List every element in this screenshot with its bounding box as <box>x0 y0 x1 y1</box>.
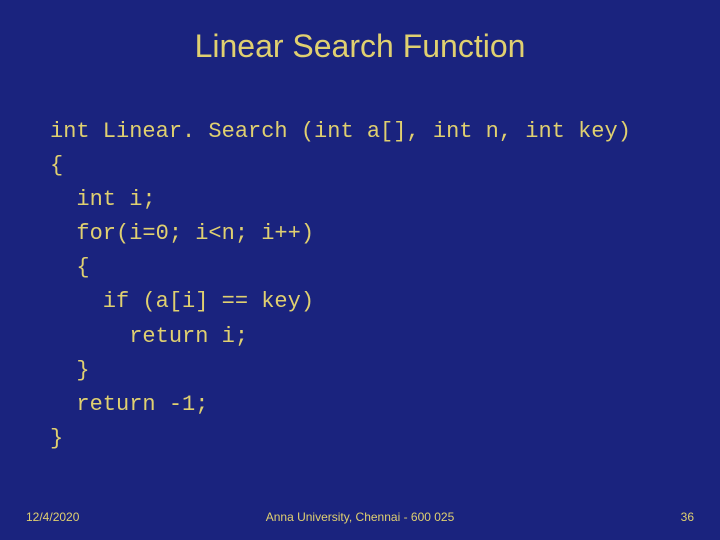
code-line: { <box>50 255 90 280</box>
code-line: } <box>50 358 90 383</box>
code-line: { <box>50 153 63 178</box>
footer-org: Anna University, Chennai - 600 025 <box>0 510 720 524</box>
code-line: for(i=0; i<n; i++) <box>50 221 314 246</box>
code-line: int Linear. Search (int a[], int n, int … <box>50 119 631 144</box>
code-line: if (a[i] == key) <box>50 289 314 314</box>
footer: 12/4/2020 Anna University, Chennai - 600… <box>0 510 720 524</box>
slide-title: Linear Search Function <box>0 0 720 65</box>
footer-date: 12/4/2020 <box>26 510 79 524</box>
code-line: int i; <box>50 187 156 212</box>
code-block: int Linear. Search (int a[], int n, int … <box>50 115 720 456</box>
code-line: return i; <box>50 324 248 349</box>
footer-page-number: 36 <box>681 510 694 524</box>
code-line: } <box>50 426 63 451</box>
code-line: return -1; <box>50 392 208 417</box>
